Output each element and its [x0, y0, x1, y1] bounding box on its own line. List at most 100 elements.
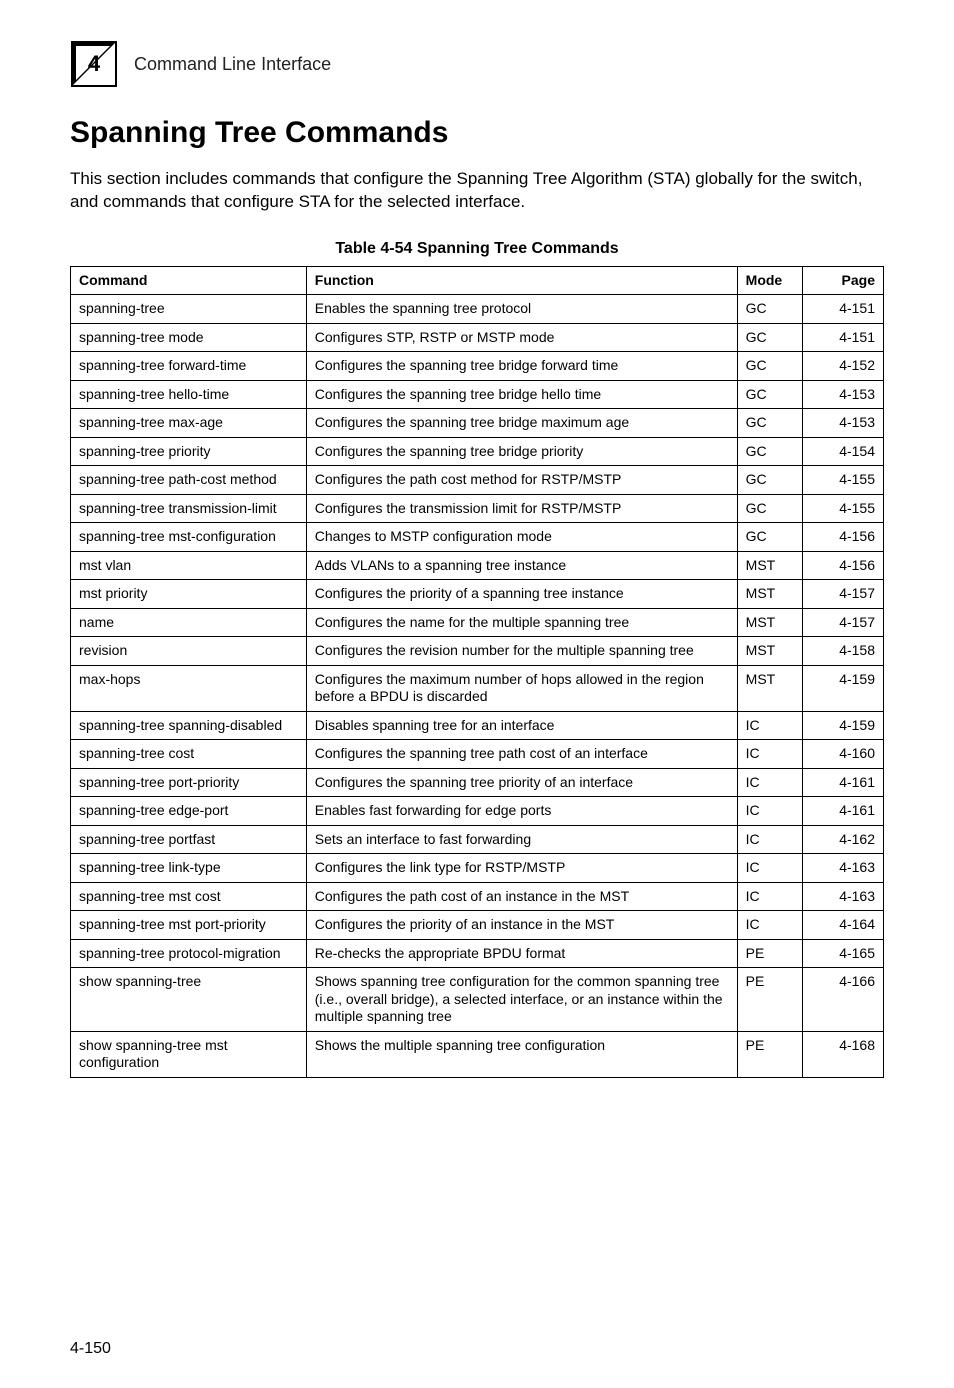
col-header-page: Page: [802, 266, 883, 295]
cell-mode: GC: [737, 352, 802, 381]
cell-page: 4-153: [802, 380, 883, 409]
cell-function: Configures the spanning tree bridge prio…: [306, 437, 737, 466]
cell-command: spanning-tree priority: [71, 437, 307, 466]
cell-page: 4-168: [802, 1031, 883, 1077]
table-row: show spanning-treeShows spanning tree co…: [71, 968, 884, 1032]
cell-command: spanning-tree max-age: [71, 409, 307, 438]
cell-command: spanning-tree transmission-limit: [71, 494, 307, 523]
cell-command: spanning-tree port-priority: [71, 768, 307, 797]
table-row: show spanning-tree mst configurationShow…: [71, 1031, 884, 1077]
cell-page: 4-163: [802, 882, 883, 911]
cell-function: Shows spanning tree configuration for th…: [306, 968, 737, 1032]
cell-function: Configures the spanning tree bridge forw…: [306, 352, 737, 381]
cell-mode: MST: [737, 637, 802, 666]
cell-page: 4-154: [802, 437, 883, 466]
cell-page: 4-157: [802, 580, 883, 609]
cell-page: 4-161: [802, 768, 883, 797]
table-row: spanning-tree modeConfigures STP, RSTP o…: [71, 323, 884, 352]
page-number: 4-150: [70, 1340, 111, 1358]
table-row: nameConfigures the name for the multiple…: [71, 608, 884, 637]
cell-mode: IC: [737, 797, 802, 826]
cell-command: spanning-tree mode: [71, 323, 307, 352]
cell-command: name: [71, 608, 307, 637]
cell-page: 4-166: [802, 968, 883, 1032]
col-header-command: Command: [71, 266, 307, 295]
cell-page: 4-156: [802, 551, 883, 580]
cell-command: spanning-tree: [71, 295, 307, 324]
table-row: spanning-tree mst-configurationChanges t…: [71, 523, 884, 552]
cell-function: Adds VLANs to a spanning tree instance: [306, 551, 737, 580]
col-header-mode: Mode: [737, 266, 802, 295]
cell-mode: GC: [737, 295, 802, 324]
chapter-badge: 4: [70, 40, 118, 88]
cell-function: Changes to MSTP configuration mode: [306, 523, 737, 552]
cell-page: 4-165: [802, 939, 883, 968]
cell-function: Configures the revision number for the m…: [306, 637, 737, 666]
table-row: spanning-treeEnables the spanning tree p…: [71, 295, 884, 324]
cell-function: Configures the spanning tree priority of…: [306, 768, 737, 797]
cell-mode: MST: [737, 551, 802, 580]
cell-page: 4-151: [802, 295, 883, 324]
cell-mode: PE: [737, 968, 802, 1032]
cell-function: Sets an interface to fast forwarding: [306, 825, 737, 854]
cell-command: spanning-tree mst port-priority: [71, 911, 307, 940]
cell-mode: GC: [737, 494, 802, 523]
cell-mode: PE: [737, 1031, 802, 1077]
table-header-row: Command Function Mode Page: [71, 266, 884, 295]
cell-mode: IC: [737, 825, 802, 854]
cell-mode: GC: [737, 380, 802, 409]
table-caption: Table 4-54 Spanning Tree Commands: [70, 240, 884, 258]
cell-function: Configures the spanning tree bridge maxi…: [306, 409, 737, 438]
cell-function: Configures the spanning tree bridge hell…: [306, 380, 737, 409]
cell-function: Configures the name for the multiple spa…: [306, 608, 737, 637]
cell-page: 4-159: [802, 665, 883, 711]
cell-page: 4-161: [802, 797, 883, 826]
cell-function: Configures the priority of a spanning tr…: [306, 580, 737, 609]
cell-page: 4-153: [802, 409, 883, 438]
cell-page: 4-162: [802, 825, 883, 854]
table-row: spanning-tree edge-portEnables fast forw…: [71, 797, 884, 826]
cell-command: show spanning-tree: [71, 968, 307, 1032]
cell-command: mst vlan: [71, 551, 307, 580]
cell-page: 4-159: [802, 711, 883, 740]
cell-mode: GC: [737, 437, 802, 466]
table-row: spanning-tree path-cost methodConfigures…: [71, 466, 884, 495]
cell-page: 4-155: [802, 494, 883, 523]
cell-page: 4-151: [802, 323, 883, 352]
cell-function: Configures the spanning tree path cost o…: [306, 740, 737, 769]
table-row: spanning-tree protocol-migrationRe-check…: [71, 939, 884, 968]
cell-page: 4-164: [802, 911, 883, 940]
table-row: spanning-tree spanning-disabledDisables …: [71, 711, 884, 740]
cell-function: Disables spanning tree for an interface: [306, 711, 737, 740]
table-row: spanning-tree portfastSets an interface …: [71, 825, 884, 854]
table-row: mst priorityConfigures the priority of a…: [71, 580, 884, 609]
cell-page: 4-157: [802, 608, 883, 637]
cell-command: spanning-tree mst cost: [71, 882, 307, 911]
table-row: spanning-tree forward-timeConfigures the…: [71, 352, 884, 381]
table-row: max-hopsConfigures the maximum number of…: [71, 665, 884, 711]
table-row: mst vlanAdds VLANs to a spanning tree in…: [71, 551, 884, 580]
cell-mode: MST: [737, 580, 802, 609]
section-intro: This section includes commands that conf…: [70, 168, 884, 214]
cell-command: show spanning-tree mst configuration: [71, 1031, 307, 1077]
spanning-tree-commands-table: Command Function Mode Page spanning-tree…: [70, 266, 884, 1078]
cell-command: mst priority: [71, 580, 307, 609]
page-header: 4 Command Line Interface: [70, 40, 884, 88]
cell-mode: IC: [737, 882, 802, 911]
cell-mode: MST: [737, 665, 802, 711]
table-row: spanning-tree link-typeConfigures the li…: [71, 854, 884, 883]
table-row: revisionConfigures the revision number f…: [71, 637, 884, 666]
cell-function: Configures the maximum number of hops al…: [306, 665, 737, 711]
cell-mode: IC: [737, 740, 802, 769]
cell-function: Enables fast forwarding for edge ports: [306, 797, 737, 826]
cell-command: spanning-tree spanning-disabled: [71, 711, 307, 740]
cell-command: spanning-tree forward-time: [71, 352, 307, 381]
cell-mode: GC: [737, 523, 802, 552]
cell-command: spanning-tree edge-port: [71, 797, 307, 826]
table-row: spanning-tree hello-timeConfigures the s…: [71, 380, 884, 409]
cell-command: spanning-tree cost: [71, 740, 307, 769]
section-title: Spanning Tree Commands: [70, 116, 884, 150]
cell-mode: PE: [737, 939, 802, 968]
running-head: Command Line Interface: [134, 54, 331, 75]
cell-function: Configures the path cost of an instance …: [306, 882, 737, 911]
